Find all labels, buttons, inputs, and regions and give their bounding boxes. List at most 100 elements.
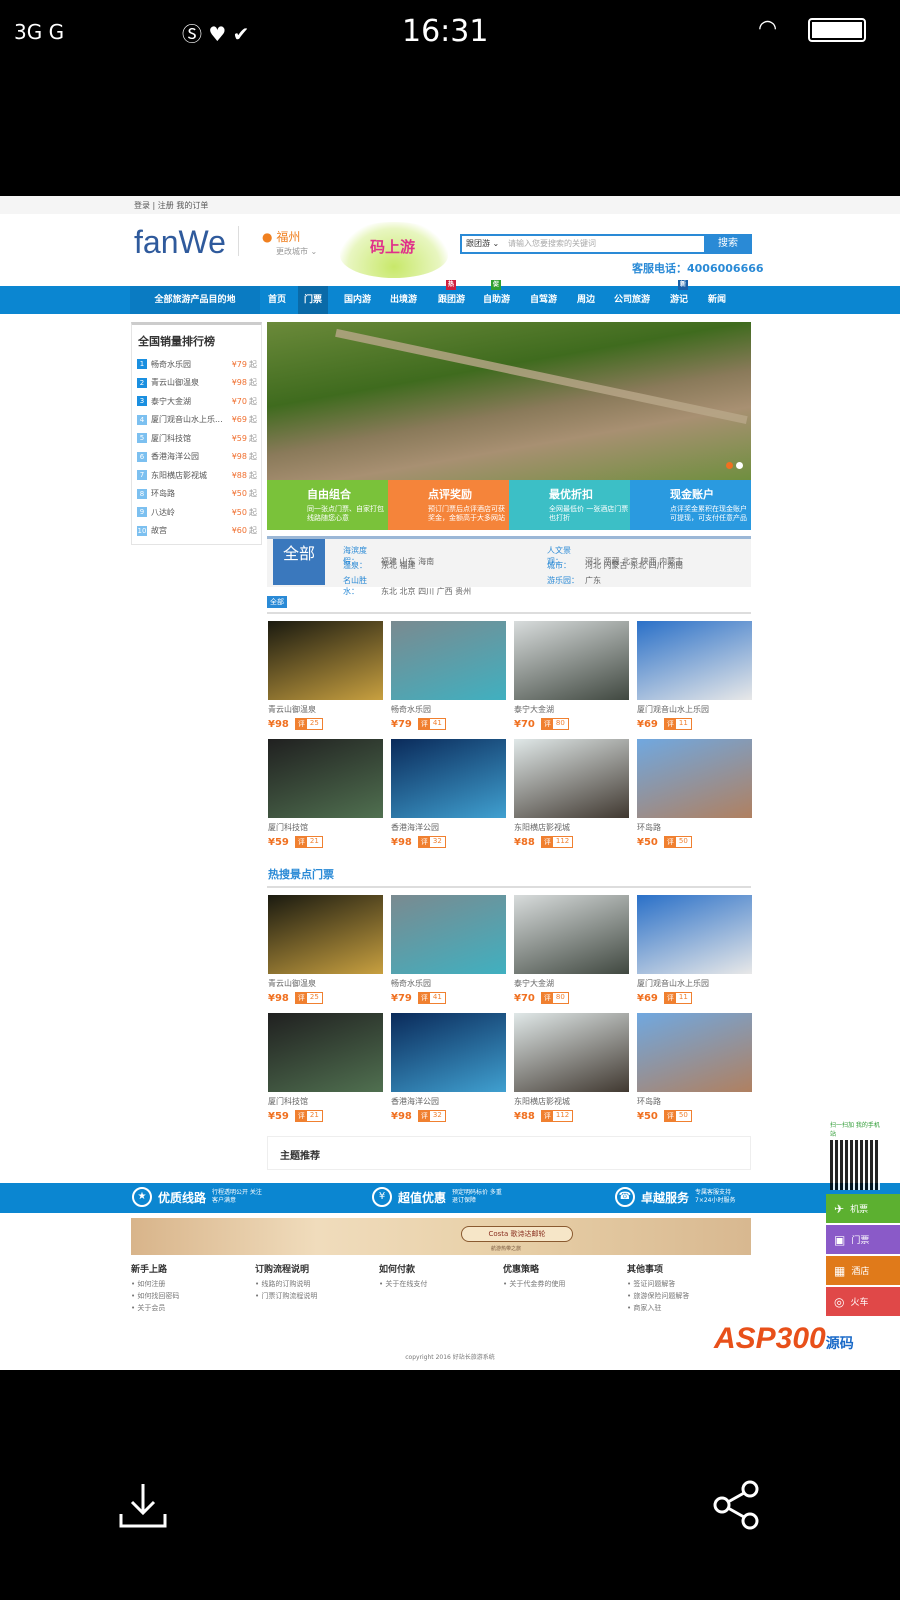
download-icon[interactable]	[118, 1480, 168, 1530]
ticket-image[interactable]	[268, 895, 383, 974]
ranking-item[interactable]: 4 厦门观音山水上乐... ¥69 起	[132, 411, 261, 430]
ticket-image[interactable]	[637, 621, 752, 700]
search-button[interactable]: 搜索	[704, 234, 752, 254]
ticket-image[interactable]	[637, 1013, 752, 1092]
carousel-dots[interactable]	[723, 462, 743, 472]
nav-item[interactable]: 出境游	[384, 286, 423, 314]
filter-row[interactable]: 名山胜水： 东北 北京 四川 广西 贵州	[343, 575, 471, 597]
ticket-image[interactable]	[268, 621, 383, 700]
ticket-card[interactable]: 香港海洋公园 ¥98 评 32	[391, 1013, 506, 1122]
ticket-image[interactable]	[514, 621, 629, 700]
ticket-card[interactable]: 东阳横店影视城 ¥88 评 112	[514, 739, 629, 848]
footer-link[interactable]: • 商家入驻	[627, 1302, 747, 1314]
footer-link[interactable]: • 关于代金券的使用	[503, 1278, 623, 1290]
footer-link[interactable]: • 关于在线支付	[379, 1278, 499, 1290]
promo-graphic[interactable]: 码上游	[340, 222, 448, 278]
ticket-card[interactable]: 青云山御温泉 ¥98 评 25	[268, 895, 383, 1004]
ticket-card[interactable]: 香港海洋公园 ¥98 评 32	[391, 739, 506, 848]
ticket-name[interactable]: 厦门观音山水上乐园	[637, 978, 752, 989]
ticket-name[interactable]: 泰宁大金湖	[514, 978, 629, 989]
ticket-name[interactable]: 青云山御温泉	[268, 704, 383, 715]
ticket-name[interactable]: 厦门科技馆	[268, 1096, 383, 1107]
nav-item[interactable]: 自助游促	[477, 280, 516, 314]
ticket-image[interactable]	[637, 739, 752, 818]
ticket-name[interactable]: 东阳横店影视城	[514, 822, 629, 833]
ticket-image[interactable]	[391, 621, 506, 700]
ticket-image[interactable]	[268, 739, 383, 818]
ticket-name[interactable]: 香港海洋公园	[391, 1096, 506, 1107]
share-icon[interactable]	[712, 1480, 762, 1530]
filter-values[interactable]: 东北 北京 四川 广西 贵州	[381, 587, 471, 596]
footer-link[interactable]: • 旅游保险问题解答	[627, 1290, 747, 1302]
nav-item[interactable]: 周边	[571, 286, 601, 314]
filter-values[interactable]: 东北 福建	[381, 561, 416, 570]
ticket-card[interactable]: 厦门科技馆 ¥59 评 21	[268, 1013, 383, 1122]
ticket-name[interactable]: 东阳横店影视城	[514, 1096, 629, 1107]
ticket-card[interactable]: 泰宁大金湖 ¥70 评 80	[514, 621, 629, 730]
nav-item[interactable]: 跟团游热	[432, 280, 471, 314]
ticket-image[interactable]	[514, 1013, 629, 1092]
ticket-card[interactable]: 厦门观音山水上乐园 ¥69 评 11	[637, 895, 752, 1004]
filter-row[interactable]: 温泉： 东北 福建	[343, 560, 416, 571]
ticket-name[interactable]: 畅奇水乐园	[391, 704, 506, 715]
hero-banner[interactable]	[267, 322, 751, 480]
side-button[interactable]: ✈ 机票	[826, 1194, 900, 1223]
search-input[interactable]: 请输入您要搜索的关键词	[508, 238, 596, 249]
ranking-item[interactable]: 8 环岛路 ¥50 起	[132, 485, 261, 504]
ticket-image[interactable]	[637, 895, 752, 974]
nav-item[interactable]: 公司旅游	[608, 286, 656, 314]
section-tag[interactable]: 全部	[267, 596, 287, 608]
change-city-link[interactable]: 更改城市 ⌄	[276, 246, 317, 257]
ranking-item[interactable]: 2 青云山御温泉 ¥98 起	[132, 374, 261, 393]
ranking-item[interactable]: 3 泰宁大金湖 ¥70 起	[132, 392, 261, 411]
feature-tile[interactable]: 最优折扣 全网最低价 一张酒店门票也打折	[509, 480, 630, 530]
side-button[interactable]: ▣ 门票	[826, 1225, 900, 1254]
ticket-image[interactable]	[391, 739, 506, 818]
nav-item[interactable]: 门票	[298, 286, 329, 314]
ticket-name[interactable]: 厦门科技馆	[268, 822, 383, 833]
cruise-ad[interactable]: Costa 歌诗达邮轮 航游热带之旅	[131, 1218, 751, 1255]
ticket-name[interactable]: 青云山御温泉	[268, 978, 383, 989]
feature-tile[interactable]: 现金账户 点评奖金累积在现金账户可提现，可支付任意产品	[630, 480, 751, 530]
ticket-image[interactable]	[268, 1013, 383, 1092]
ticket-image[interactable]	[391, 1013, 506, 1092]
nav-item[interactable]: 新闻	[702, 286, 732, 314]
ticket-card[interactable]: 厦门观音山水上乐园 ¥69 评 11	[637, 621, 752, 730]
nav-item[interactable]: 国内游	[338, 286, 377, 314]
ticket-card[interactable]: 泰宁大金湖 ¥70 评 80	[514, 895, 629, 1004]
ticket-card[interactable]: 厦门科技馆 ¥59 评 21	[268, 739, 383, 848]
ticket-card[interactable]: 畅奇水乐园 ¥79 评 41	[391, 895, 506, 1004]
ticket-name[interactable]: 泰宁大金湖	[514, 704, 629, 715]
filter-values[interactable]: 广东	[585, 576, 601, 585]
ticket-card[interactable]: 青云山御温泉 ¥98 评 25	[268, 621, 383, 730]
ticket-name[interactable]: 畅奇水乐园	[391, 978, 506, 989]
footer-link[interactable]: • 如何找回密码	[131, 1290, 251, 1302]
footer-link[interactable]: • 线路的订购说明	[255, 1278, 375, 1290]
filter-row[interactable]: 游乐园： 广东	[547, 575, 601, 586]
ranking-item[interactable]: 6 香港海洋公园 ¥98 起	[132, 448, 261, 467]
ticket-image[interactable]	[391, 895, 506, 974]
ticket-card[interactable]: 环岛路 ¥50 评 50	[637, 1013, 752, 1122]
nav-item[interactable]: 首页	[262, 286, 292, 314]
footer-link[interactable]: • 门票订购流程说明	[255, 1290, 375, 1302]
ticket-name[interactable]: 环岛路	[637, 1096, 752, 1107]
side-button[interactable]: ▦ 酒店	[826, 1256, 900, 1285]
ticket-card[interactable]: 东阳横店影视城 ¥88 评 112	[514, 1013, 629, 1122]
ranking-item[interactable]: 5 厦门科技馆 ¥59 起	[132, 429, 261, 448]
ticket-card[interactable]: 环岛路 ¥50 评 50	[637, 739, 752, 848]
ticket-image[interactable]	[514, 739, 629, 818]
feature-tile[interactable]: 点评奖励 预订门票后点评酒店可获奖金，金额高于大多网站	[388, 480, 509, 530]
footer-link[interactable]: • 关于会员	[131, 1302, 251, 1314]
search-type-select[interactable]: 跟团游 ⌄	[466, 238, 499, 249]
ticket-name[interactable]: 香港海洋公园	[391, 822, 506, 833]
site-logo[interactable]: fanWe	[134, 224, 226, 261]
ticket-name[interactable]: 厦门观音山水上乐园	[637, 704, 752, 715]
ticket-name[interactable]: 环岛路	[637, 822, 752, 833]
filter-row[interactable]: 城市： 河北 内蒙古 东北 四川 湖南	[547, 560, 683, 571]
side-button[interactable]: ◎ 火车	[826, 1287, 900, 1316]
footer-link[interactable]: • 签证问题解答	[627, 1278, 747, 1290]
ticket-card[interactable]: 畅奇水乐园 ¥79 评 41	[391, 621, 506, 730]
ranking-item[interactable]: 10 故宫 ¥60 起	[132, 522, 261, 541]
filter-all[interactable]: 全部	[273, 539, 325, 585]
nav-item[interactable]: 自驾游	[524, 286, 563, 314]
